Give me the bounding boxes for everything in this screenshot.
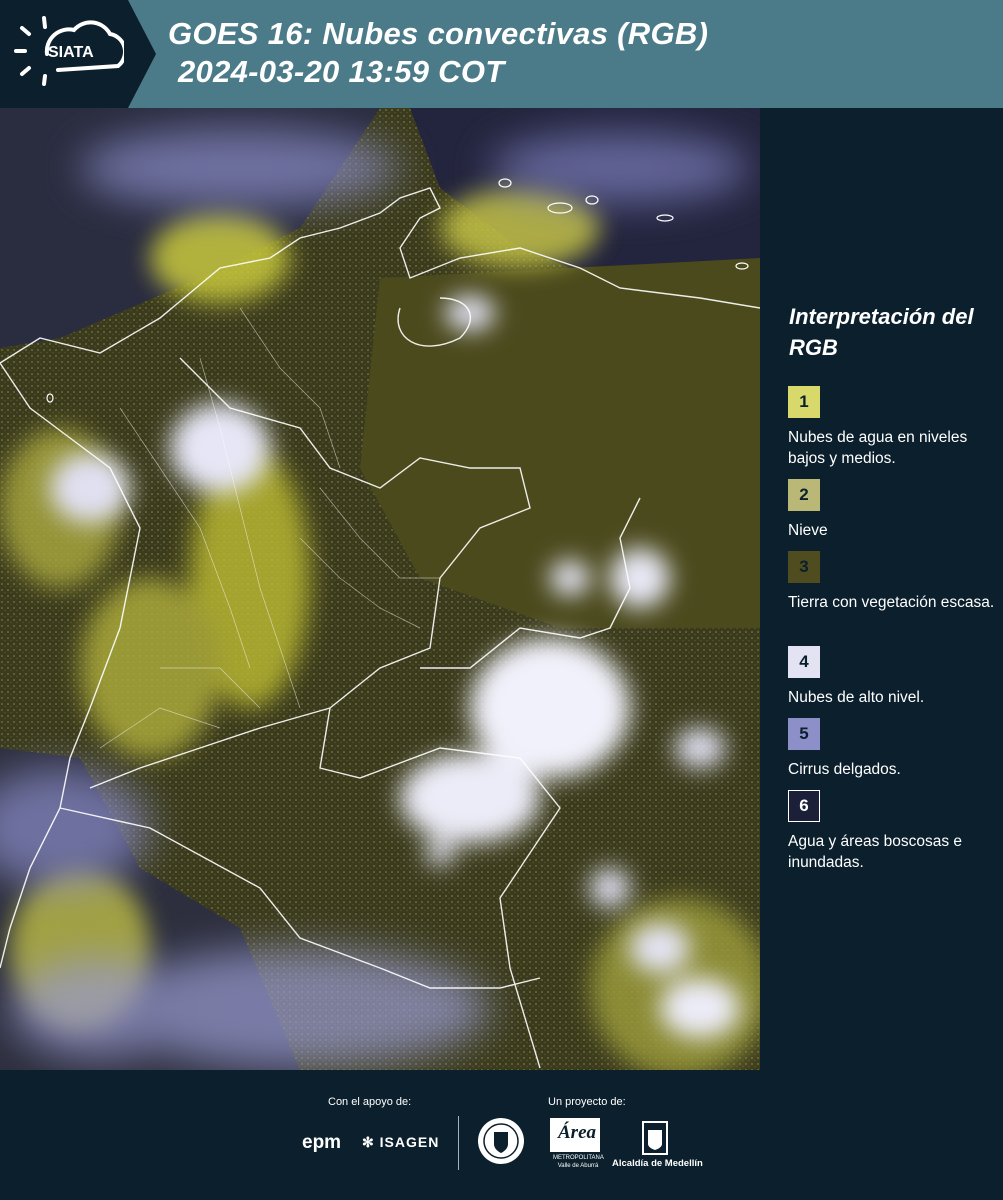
legend-item-2: 2 Nieve [788, 479, 998, 541]
legend-label: Agua y áreas boscosas e inundadas. [788, 833, 963, 871]
epm-logo: epm [302, 1132, 342, 1153]
siata-logo-block: SIATA [0, 0, 128, 108]
legend-label: Cirrus delgados. [788, 761, 901, 778]
area-logo-subtext: METROPOLITANA Valle de Aburrá [553, 1155, 604, 1169]
legend-swatch: 2 [788, 479, 820, 511]
legend-swatch: 1 [788, 386, 820, 418]
legend-swatch: 3 [788, 551, 820, 583]
area-logo-word: Área [558, 1122, 596, 1143]
isagen-logo-text: ISAGEN [379, 1134, 440, 1150]
isagen-star-icon: ✻ [362, 1134, 375, 1150]
project-label: Un proyecto de: [548, 1096, 626, 1108]
alcaldia-label: Alcaldía de Medellín [612, 1158, 703, 1169]
header-arrow [128, 0, 156, 108]
legend-label: Nubes de alto nivel. [788, 689, 925, 706]
page-timestamp: 2024-03-20 13:59 COT [178, 54, 505, 89]
satellite-map[interactable] [0, 108, 760, 1070]
legend-label: Nieve [788, 522, 828, 539]
header-bar: SIATA GOES 16: Nubes convectivas (RGB) 2… [0, 0, 1003, 108]
legend-item-3: 3 Tierra con vegetación escasa. [788, 551, 998, 613]
legend-swatch: 6 [788, 790, 820, 822]
support-label: Con el apoyo de: [328, 1096, 412, 1108]
isagen-logo: ✻ ISAGEN [362, 1134, 439, 1151]
legend-label: Tierra con vegetación escasa. [788, 594, 995, 611]
legend-panel: Interpretación del RGB 1 Nubes de agua e… [760, 108, 1003, 1070]
siata-logo-text: SIATA [48, 44, 94, 61]
footer-divider [458, 1116, 459, 1170]
legend-swatch: 4 [788, 646, 820, 678]
footer: Con el apoyo de: Un proyecto de: epm ✻ I… [0, 1070, 1003, 1200]
legend-label: Nubes de agua en niveles bajos y medios. [788, 429, 968, 467]
medellin-seal-icon [478, 1118, 524, 1164]
legend-item-5: 5 Cirrus delgados. [788, 718, 998, 780]
alcaldia-building-icon [642, 1121, 668, 1155]
legend-item-4: 4 Nubes de alto nivel. [788, 646, 998, 708]
legend-title: Interpretación del RGB [789, 304, 974, 360]
legend-swatch: 5 [788, 718, 820, 750]
legend-item-1: 1 Nubes de agua en niveles bajos y medio… [788, 386, 998, 469]
satellite-image [0, 108, 760, 1070]
legend-item-6: 6 Agua y áreas boscosas e inundadas. [788, 790, 998, 873]
page-title: GOES 16: Nubes convectivas (RGB) [168, 16, 709, 51]
